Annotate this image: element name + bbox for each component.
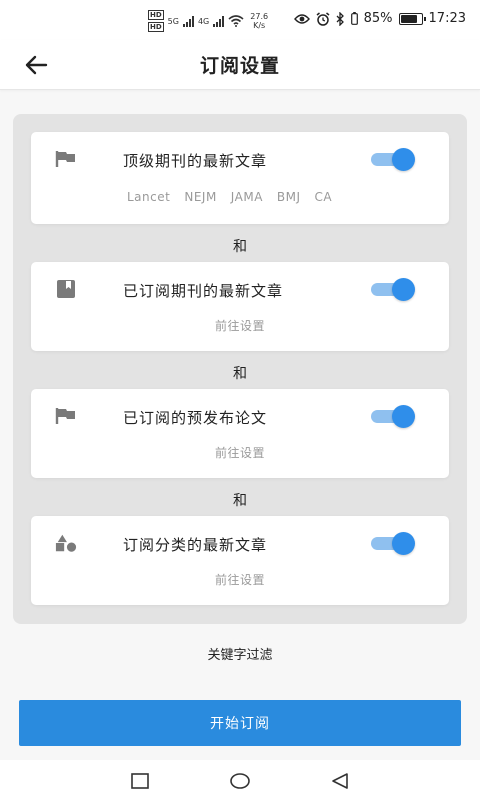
journal-label: Lancet [127,190,171,204]
journal-label: NEJM [184,190,217,204]
card-title: 顶级期刊的最新文章 [123,152,268,170]
status-bar: HD HD 5G 4G 27.6 K/s 85% 17:23 [0,0,480,40]
signal-icon [213,15,225,27]
page-title: 订阅设置 [199,55,280,77]
connector-and: 和 [233,239,247,255]
bluetooth-icon [336,11,344,26]
status-right-group: 85% 17:23 [293,11,466,26]
hd-badges: HD HD [148,10,164,32]
journal-label: BMJ [276,190,301,204]
flag-icon [55,148,77,170]
network-label: 5G [167,16,179,26]
go-to-settings-link[interactable]: 前往设置 [31,444,449,461]
network-label: 4G [197,16,210,26]
card-title: 订阅分类的最新文章 [123,536,268,554]
journal-label: CA [314,190,333,204]
app-bar: 订阅设置 [0,40,480,90]
hd-badge: HD [148,10,164,20]
card-title: 已订阅的预发布论文 [123,409,268,427]
journal-list: Lancet NEJM JAMA BMJ CA [127,190,332,204]
start-subscription-button[interactable]: 开始订阅 [19,700,461,746]
toggle-switch[interactable] [371,148,415,171]
status-left-group: HD HD 5G 4G 27.6 K/s [148,10,268,32]
toggle-switch[interactable] [371,405,415,428]
go-to-settings-link[interactable]: 前往设置 [31,571,449,588]
back-nav-button[interactable] [329,770,351,792]
system-nav-bar [0,760,480,800]
card-title: 已订阅期刊的最新文章 [123,282,284,300]
subscription-card-categories: 订阅分类的最新文章 前往设置 [31,516,449,605]
triangle-back-icon [332,773,348,789]
alarm-icon [316,11,330,26]
circle-icon [230,773,250,789]
toggle-switch[interactable] [371,532,415,555]
hd-badge: HD [148,22,164,32]
eye-icon [293,13,310,24]
home-button[interactable] [229,770,251,792]
shapes-icon [55,532,77,554]
battery-saver-icon [350,12,358,25]
speed-value: 27.6 [250,12,269,21]
subscription-card-top-journals: 顶级期刊的最新文章 Lancet NEJM JAMA BMJ CA [31,132,449,224]
flag-icon [55,405,77,427]
wifi-icon [228,15,244,27]
battery-icon [398,12,426,25]
square-icon [131,773,149,789]
speed-unit: K/s [253,21,266,30]
journal-label: JAMA [230,190,263,204]
bookmark-book-icon [55,278,77,300]
clock: 17:23 [428,11,466,26]
battery-level [400,14,417,23]
battery-percentage: 85% [363,11,393,26]
subscription-card-preprints: 已订阅的预发布论文 前往设置 [31,389,449,478]
keyword-filter-link[interactable]: 关键字过滤 [0,644,480,663]
subscription-card-subscribed-journals: 已订阅期刊的最新文章 前往设置 [31,262,449,351]
recent-apps-button[interactable] [129,770,151,792]
signal-icon [182,15,194,27]
network-speed: 27.6 K/s [250,12,268,30]
connector-and: 和 [233,366,247,382]
toggle-switch[interactable] [371,278,415,301]
go-to-settings-link[interactable]: 前往设置 [31,317,449,334]
connector-and: 和 [233,493,247,509]
